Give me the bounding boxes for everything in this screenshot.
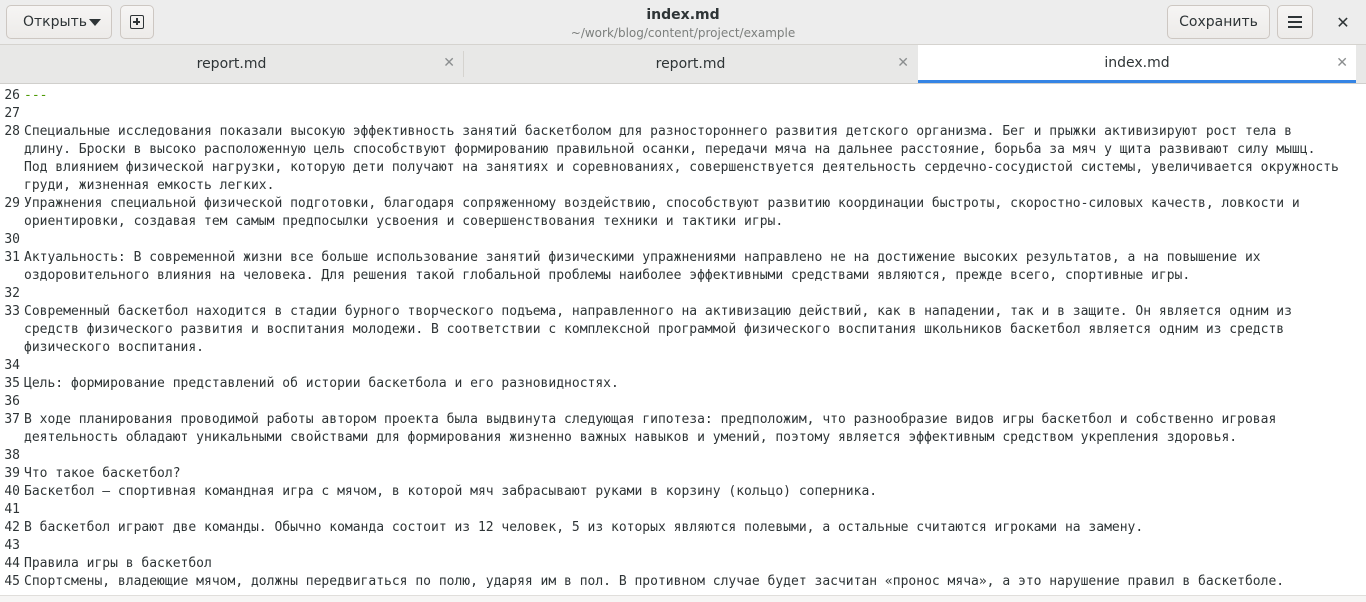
line-text[interactable]: В ходе планирования проводимой работы ав… <box>20 411 1344 447</box>
line-text[interactable]: Спортсмены, владеющие мячом, должны пере… <box>20 573 1344 591</box>
editor-line[interactable]: 44 Правила игры в баскетбол <box>0 555 1350 573</box>
menu-icon-bar <box>1288 26 1302 28</box>
line-text[interactable] <box>20 447 1344 465</box>
header-bar: Открыть index.md ~/work/blog/content/pro… <box>0 0 1366 45</box>
text-editor[interactable]: 26 --- 27 28 Специальные исследования показа… <box>0 84 1366 595</box>
line-number: 27 <box>4 106 20 121</box>
line-number: 42 <box>4 520 20 535</box>
line-number: 30 <box>4 232 20 247</box>
line-text[interactable] <box>20 393 1344 411</box>
line-text[interactable] <box>20 105 1344 123</box>
line-number: 32 <box>4 286 20 301</box>
line-number: 31 <box>4 250 20 265</box>
line-number: 43 <box>4 538 20 553</box>
file-path: ~/work/blog/content/project/example <box>570 26 796 40</box>
window-title-area: index.md ~/work/blog/content/project/exa… <box>400 6 966 41</box>
line-number: 44 <box>4 556 20 571</box>
save-button[interactable]: Сохранить <box>1167 5 1270 39</box>
editor-line[interactable]: 31 Актуальность: В современной жизни все … <box>0 249 1350 285</box>
editor-line[interactable]: 36 <box>0 393 1350 411</box>
close-tab-icon[interactable]: ✕ <box>1336 55 1348 71</box>
editor-content[interactable]: 26 --- 27 28 Специальные исследования показа… <box>0 87 1350 591</box>
tab-report-1[interactable]: report.md ✕ <box>0 45 463 83</box>
menu-icon-bar <box>1288 21 1302 23</box>
line-number: 39 <box>4 466 20 481</box>
line-number: 28 <box>4 124 20 139</box>
line-number: 35 <box>4 376 20 391</box>
editor-line[interactable]: 35 Цель: формирование представлений об ис… <box>0 375 1350 393</box>
editor-line[interactable]: 33 Современный баскетбол находится в стад… <box>0 303 1350 357</box>
menu-icon-bar <box>1288 16 1302 18</box>
close-tab-icon[interactable]: ✕ <box>443 55 455 71</box>
line-text[interactable]: В баскетбол играют две команды. Обычно к… <box>20 519 1344 537</box>
line-text[interactable] <box>20 231 1344 249</box>
editor-line[interactable]: 29 Упражнения специальной физической подг… <box>0 195 1350 231</box>
tab-bar: report.md ✕ report.md ✕ index.md ✕ <box>0 45 1366 84</box>
editor-line[interactable]: 30 <box>0 231 1350 249</box>
line-text[interactable] <box>20 537 1344 555</box>
editor-line[interactable]: 27 <box>0 105 1350 123</box>
line-text[interactable]: Упражнения специальной физической подгот… <box>20 195 1344 231</box>
tab-label: report.md <box>196 56 267 72</box>
line-number: 33 <box>4 304 20 319</box>
line-text[interactable]: Цель: формирование представлений об исто… <box>20 375 1344 393</box>
line-text[interactable]: Актуальность: В современной жизни все бо… <box>20 249 1344 285</box>
editor-line[interactable]: 42 В баскетбол играют две команды. Обычно… <box>0 519 1350 537</box>
editor-line[interactable]: 43 <box>0 537 1350 555</box>
line-text[interactable]: Правила игры в баскетбол <box>20 555 1344 573</box>
editor-line[interactable]: 39 Что такое баскетбол? <box>0 465 1350 483</box>
line-number: 38 <box>4 448 20 463</box>
line-number: 29 <box>4 196 20 211</box>
open-button-label: Открыть <box>23 14 87 30</box>
window-title: index.md <box>646 7 720 23</box>
line-text[interactable] <box>20 357 1344 375</box>
line-text[interactable]: --- <box>20 87 1344 105</box>
status-strip <box>0 595 1366 602</box>
hamburger-menu-button[interactable] <box>1277 5 1313 39</box>
line-text[interactable]: Современный баскетбол находится в стадии… <box>20 303 1344 357</box>
tab-report-2[interactable]: report.md ✕ <box>464 45 917 83</box>
new-tab-icon <box>130 15 144 29</box>
chevron-down-icon <box>89 19 101 26</box>
new-document-button[interactable] <box>120 5 154 39</box>
line-number: 37 <box>4 412 20 427</box>
line-number: 41 <box>4 502 20 517</box>
tab-index[interactable]: index.md ✕ <box>918 45 1356 83</box>
line-number: 26 <box>4 88 20 103</box>
line-number: 36 <box>4 394 20 409</box>
tab-label: report.md <box>655 56 726 72</box>
line-number: 40 <box>4 484 20 499</box>
line-number: 34 <box>4 358 20 373</box>
open-button[interactable]: Открыть <box>6 5 112 39</box>
editor-line[interactable]: 37 В ходе планирования проводимой работы … <box>0 411 1350 447</box>
line-text[interactable] <box>20 285 1344 303</box>
editor-line[interactable]: 32 <box>0 285 1350 303</box>
close-window-icon[interactable]: ✕ <box>1328 7 1358 37</box>
line-text[interactable]: Баскетбол — спортивная командная игра с … <box>20 483 1344 501</box>
editor-line[interactable]: 45 Спортсмены, владеющие мячом, должны пе… <box>0 573 1350 591</box>
close-tab-icon[interactable]: ✕ <box>897 55 909 71</box>
editor-line[interactable]: 34 <box>0 357 1350 375</box>
tab-label: index.md <box>1104 54 1170 71</box>
line-text[interactable] <box>20 501 1344 519</box>
editor-line[interactable]: 28 Специальные исследования показали высо… <box>0 123 1350 195</box>
editor-line[interactable]: 40 Баскетбол — спортивная командная игра … <box>0 483 1350 501</box>
editor-line[interactable]: 26 --- <box>0 87 1350 105</box>
editor-line[interactable]: 41 <box>0 501 1350 519</box>
line-number: 45 <box>4 574 20 589</box>
line-text[interactable]: Что такое баскетбол? <box>20 465 1344 483</box>
editor-line[interactable]: 38 <box>0 447 1350 465</box>
line-text[interactable]: Специальные исследования показали высоку… <box>20 123 1344 195</box>
